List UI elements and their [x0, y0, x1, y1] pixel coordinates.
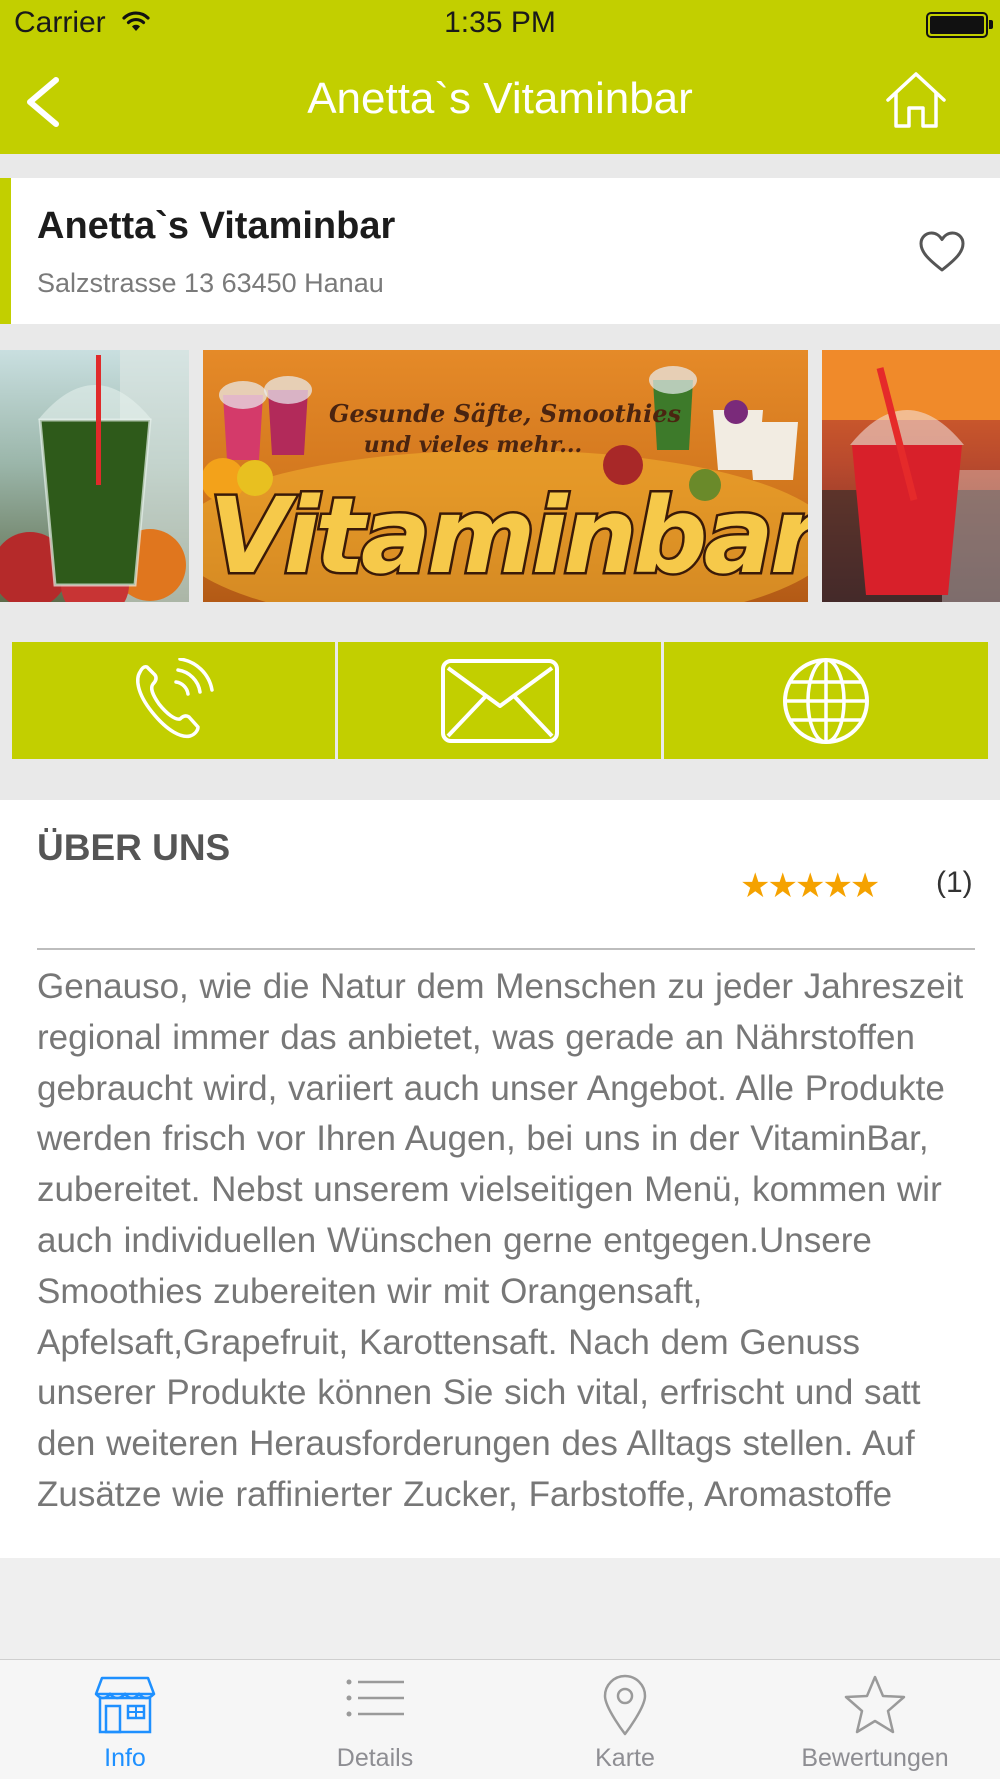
tab-label: Karte — [595, 1744, 655, 1772]
rating-count: (1) — [936, 866, 973, 899]
photo-gallery[interactable]: Gesunde Säfte, Smoothies und vieles mehr… — [0, 350, 1000, 602]
tab-bar: Info Details Karte Bewertungen — [0, 1659, 1000, 1779]
tab-details[interactable]: Details — [250, 1660, 500, 1779]
store-icon — [94, 1676, 156, 1734]
mail-icon — [440, 658, 559, 743]
about-heading: ÜBER UNS — [37, 827, 231, 868]
tab-label: Bewertungen — [801, 1744, 949, 1772]
battery-icon — [926, 12, 993, 38]
email-button[interactable] — [338, 642, 661, 759]
gallery-photo-vitaminbar-banner[interactable]: Gesunde Säfte, Smoothies und vieles mehr… — [203, 350, 808, 602]
about-description: Genauso, wie die Natur dem Menschen zu j… — [37, 967, 964, 1514]
page-title: Anetta`s Vitaminbar — [307, 74, 693, 123]
star-icon — [844, 1675, 906, 1734]
business-name: Anetta`s Vitaminbar — [37, 205, 396, 247]
call-button[interactable] — [12, 642, 335, 759]
banner-logo-word: Vitaminbar — [209, 475, 808, 597]
header-accent-bar — [0, 178, 11, 324]
business-header-card — [0, 178, 1000, 324]
list-icon — [346, 1679, 404, 1717]
heart-outline-icon[interactable] — [918, 230, 966, 279]
tab-bewertungen[interactable]: Bewertungen — [750, 1660, 1000, 1779]
tab-info[interactable]: Info — [0, 1660, 250, 1779]
tab-label: Details — [336, 1744, 414, 1772]
tab-label: Info — [104, 1744, 146, 1772]
map-pin-icon — [603, 1674, 647, 1736]
gallery-photo-green-smoothie[interactable] — [0, 350, 189, 602]
contact-button-row — [12, 642, 988, 759]
gallery-photo-red-juice[interactable] — [822, 350, 1000, 602]
banner-tagline-1: Gesunde Säfte, Smoothies — [329, 399, 682, 428]
globe-icon — [783, 657, 869, 744]
banner-tagline-2: und vieles mehr... — [364, 432, 582, 458]
status-time: 1:35 PM — [444, 6, 556, 39]
rating-stars[interactable]: ★★★★★ — [740, 866, 880, 906]
home-icon[interactable] — [884, 68, 948, 137]
tab-karte[interactable]: Karte — [500, 1660, 750, 1779]
phone-icon — [135, 657, 214, 738]
divider — [37, 948, 975, 950]
website-button[interactable] — [664, 642, 988, 759]
business-address: Salzstrasse 13 63450 Hanau — [37, 268, 384, 298]
